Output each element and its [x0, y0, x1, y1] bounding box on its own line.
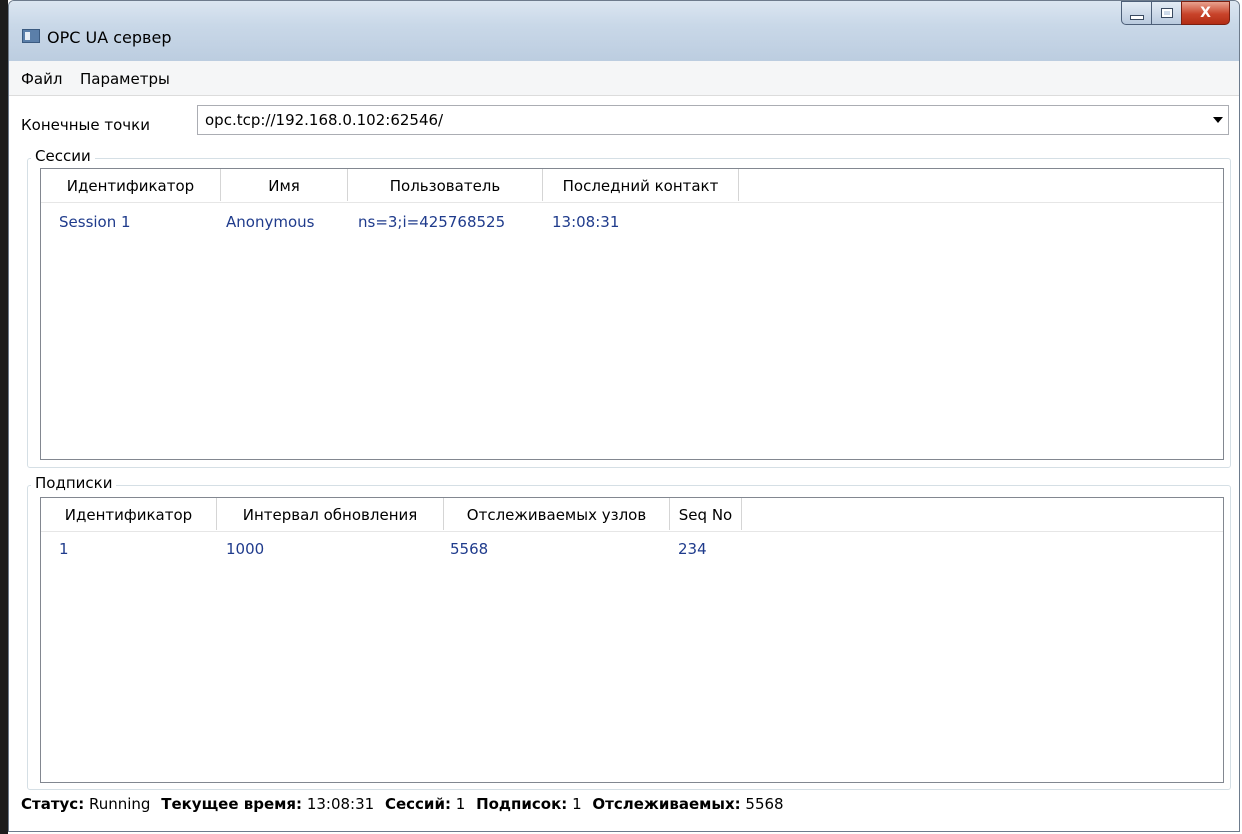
column-header-last-contact[interactable]: Последний контакт — [543, 169, 739, 201]
column-header-interval[interactable]: Интервал обновления — [217, 498, 444, 530]
close-button[interactable]: X — [1181, 1, 1230, 25]
main-window: OPC UA сервер X Файл Параметры Конечные … — [8, 0, 1240, 832]
monitored-count-label: Отслеживаемых: — [592, 795, 741, 813]
subscriptions-group: Подписки Идентификатор Интервал обновлен… — [27, 474, 1231, 790]
endpoints-label: Конечные точки — [21, 116, 150, 134]
subscriptions-count-label: Подписок: — [476, 795, 568, 813]
menu-parameters[interactable]: Параметры — [80, 70, 170, 88]
column-header-sub-id[interactable]: Идентификатор — [41, 498, 217, 530]
sessions-count-value: 1 — [455, 795, 466, 813]
status-label: Статус: — [21, 795, 85, 813]
session-id-cell: Session 1 — [59, 213, 131, 231]
sub-id-cell: 1 — [59, 540, 69, 558]
session-last-contact-cell: 13:08:31 — [552, 213, 620, 231]
column-header-name[interactable]: Имя — [221, 169, 348, 201]
current-time-value: 13:08:31 — [306, 795, 375, 813]
minimize-button[interactable] — [1121, 1, 1151, 25]
subscriptions-count-value: 1 — [572, 795, 582, 813]
sessions-table[interactable]: Идентификатор Имя Пользователь Последний… — [40, 168, 1224, 460]
menu-file[interactable]: Файл — [21, 70, 62, 88]
subscriptions-table-header: Идентификатор Интервал обновления Отслеж… — [41, 498, 1223, 532]
dropdown-arrow-icon[interactable] — [1213, 117, 1223, 123]
title-bar[interactable]: OPC UA сервер X — [9, 1, 1239, 61]
content-area: Конечные точки opc.tcp://192.168.0.102:6… — [9, 96, 1239, 831]
status-value: Running — [88, 795, 151, 813]
endpoints-combobox[interactable]: opc.tcp://192.168.0.102:62546/ — [197, 105, 1229, 135]
sub-seq-no-cell: 234 — [678, 540, 707, 558]
column-header-monitored[interactable]: Отслеживаемых узлов — [444, 498, 670, 530]
app-icon — [22, 29, 40, 43]
current-time-label: Текущее время: — [161, 795, 303, 813]
desktop-edge — [0, 0, 8, 834]
maximize-icon — [1160, 8, 1173, 18]
window-controls: X — [1121, 1, 1230, 26]
subscriptions-group-title: Подписки — [31, 474, 117, 492]
window-title: OPC UA сервер — [47, 28, 172, 47]
column-header-user[interactable]: Пользователь — [348, 169, 543, 201]
column-header-seq-no[interactable]: Seq No — [670, 498, 742, 530]
sessions-group-title: Сессии — [31, 147, 95, 165]
subscriptions-table[interactable]: Идентификатор Интервал обновления Отслеж… — [40, 497, 1224, 783]
maximize-button[interactable] — [1151, 1, 1181, 25]
monitored-count-value: 5568 — [745, 795, 784, 813]
session-name-cell: Anonymous — [226, 213, 315, 231]
column-header-id[interactable]: Идентификатор — [41, 169, 221, 201]
session-user-cell: ns=3;i=425768525 — [358, 213, 506, 231]
sub-monitored-cell: 5568 — [450, 540, 489, 558]
sessions-table-header: Идентификатор Имя Пользователь Последний… — [41, 169, 1223, 203]
sessions-group: Сессии Идентификатор Имя Пользователь По… — [27, 147, 1231, 468]
status-bar: Статус: Running Текущее время: 13:08:31 … — [21, 795, 790, 813]
close-icon: X — [1200, 5, 1211, 21]
endpoints-value: opc.tcp://192.168.0.102:62546/ — [205, 111, 444, 129]
sessions-count-label: Сессий: — [384, 795, 451, 813]
menu-bar: Файл Параметры — [9, 61, 1239, 96]
minimize-icon — [1129, 14, 1144, 20]
sub-interval-cell: 1000 — [226, 540, 265, 558]
